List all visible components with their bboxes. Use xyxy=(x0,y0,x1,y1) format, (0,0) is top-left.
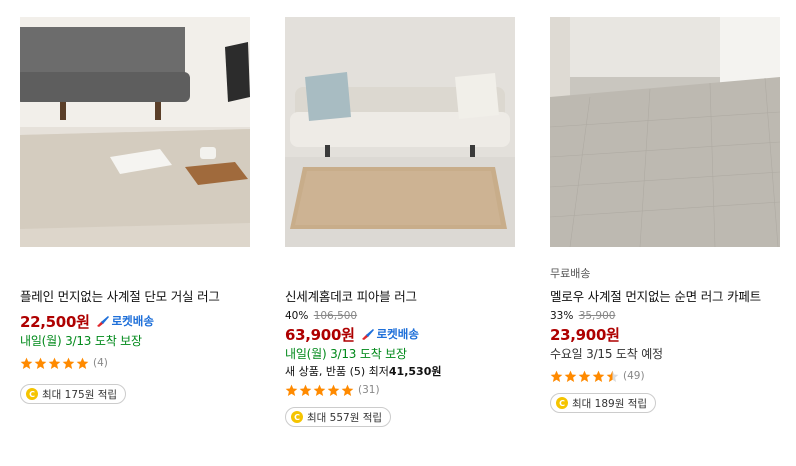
original-price: 35,900 xyxy=(578,310,616,322)
star-icon xyxy=(48,357,61,369)
delivery-date: 수요일 3/15 도착 예정 xyxy=(550,347,663,361)
star-icon xyxy=(62,357,75,369)
star-icon xyxy=(564,370,577,382)
star-icon xyxy=(299,384,312,396)
product-card[interactable]: 신세계홈데코 피아블 러그 40% 106,500 63,900원 로켓배송 내… xyxy=(285,17,517,427)
review-count: (49) xyxy=(623,370,645,382)
rating: (4) xyxy=(20,354,252,372)
discount-row: 33% 35,900 xyxy=(550,309,782,323)
star-icon xyxy=(313,384,326,396)
rocket-delivery-badge: 로켓배송 xyxy=(361,326,419,342)
product-card[interactable]: 무료배송 멜로우 사계절 먼지없는 순면 러그 카페트 33% 35,900 2… xyxy=(550,17,782,413)
product-image-sofa-rug xyxy=(285,17,515,247)
price-row: 22,500원 로켓배송 xyxy=(20,310,252,332)
discount-rate: 33% xyxy=(550,310,574,322)
discount-row: 40% 106,500 xyxy=(285,309,517,323)
reward-badge: C 최대 175원 적립 xyxy=(20,384,127,404)
rocket-label: 로켓배송 xyxy=(111,314,154,328)
price: 23,900원 xyxy=(550,325,620,344)
price-row: 63,900원 로켓배송 xyxy=(285,323,517,345)
coin-icon: C xyxy=(26,388,38,400)
product-image-living-room-rug xyxy=(20,17,250,247)
price: 22,500원 xyxy=(20,312,90,331)
star-icon xyxy=(76,357,89,369)
reward-text: 최대 557원 적립 xyxy=(307,411,383,424)
rocket-delivery-badge: 로켓배송 xyxy=(96,313,154,329)
product-card[interactable]: 플레인 먼지없는 사계절 단모 거실 러그 22,500원 로켓배송 내일(월)… xyxy=(20,17,252,404)
star-rating xyxy=(550,370,620,383)
star-half-icon xyxy=(606,370,619,382)
other-offers[interactable]: 새 상품, 반품 (5) 최저41,530원 xyxy=(285,363,517,381)
product-title[interactable]: 신세계홈데코 피아블 러그 xyxy=(285,288,517,306)
price-row: 23,900원 xyxy=(550,323,782,345)
star-icon xyxy=(34,357,47,369)
product-image[interactable] xyxy=(285,17,515,247)
rating: (31) xyxy=(285,381,517,399)
star-icon xyxy=(592,370,605,382)
rocket-icon xyxy=(96,316,109,327)
delivery-date: 내일(월) 3/13 도착 보장 xyxy=(20,334,142,348)
price: 63,900원 xyxy=(285,325,355,344)
reward-text: 최대 189원 적립 xyxy=(572,397,648,410)
review-count: (4) xyxy=(93,357,108,369)
product-title[interactable]: 멜로우 사계절 먼지없는 순면 러그 카페트 xyxy=(550,288,782,306)
star-rating xyxy=(285,384,355,397)
star-icon xyxy=(285,384,298,396)
product-image-cotton-rug xyxy=(550,17,780,247)
product-title[interactable]: 플레인 먼지없는 사계절 단모 거실 러그 xyxy=(20,288,252,306)
product-grid: 플레인 먼지없는 사계절 단모 거실 러그 22,500원 로켓배송 내일(월)… xyxy=(0,0,796,466)
delivery-date: 내일(월) 3/13 도착 보장 xyxy=(285,347,407,361)
reward-badge: C 최대 557원 적립 xyxy=(285,407,392,427)
rocket-icon xyxy=(361,329,374,340)
original-price: 106,500 xyxy=(313,310,358,322)
rating: (49) xyxy=(550,367,782,385)
star-icon xyxy=(327,384,340,396)
review-count: (31) xyxy=(358,384,380,396)
reward-text: 최대 175원 적립 xyxy=(42,388,118,401)
rocket-label: 로켓배송 xyxy=(376,327,419,341)
star-icon xyxy=(341,384,354,396)
coin-icon: C xyxy=(556,397,568,409)
reward-badge: C 최대 189원 적립 xyxy=(550,393,657,413)
star-rating xyxy=(20,357,90,370)
coin-icon: C xyxy=(291,411,303,423)
product-image[interactable] xyxy=(20,17,250,247)
product-image[interactable] xyxy=(550,17,780,247)
discount-rate: 40% xyxy=(285,310,309,322)
offer-prefix: 새 상품, 반품 (5) 최저 xyxy=(285,365,389,378)
star-icon xyxy=(550,370,563,382)
free-shipping-label: 무료배송 xyxy=(550,267,591,280)
star-icon xyxy=(578,370,591,382)
star-icon xyxy=(20,357,33,369)
offer-lowest-price: 41,530원 xyxy=(388,365,442,378)
